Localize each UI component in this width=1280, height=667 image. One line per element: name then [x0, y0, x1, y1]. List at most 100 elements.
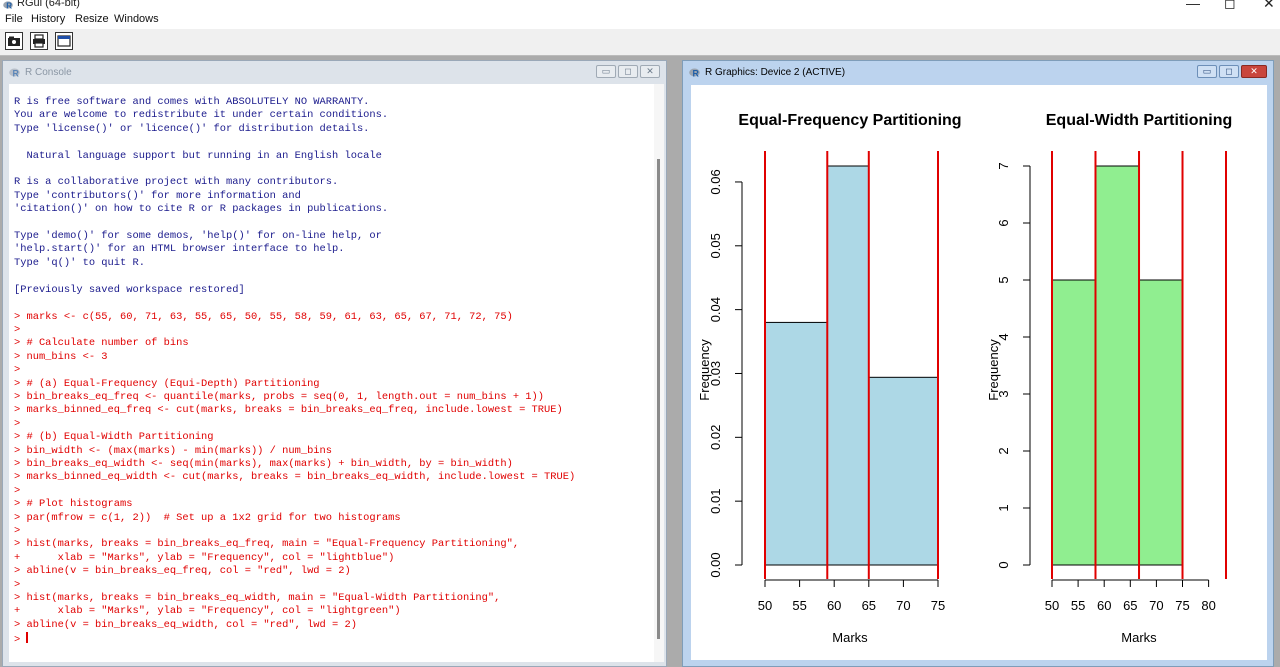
console-prompt-line[interactable]: > — [14, 632, 649, 647]
y-tick-label: 0 — [996, 561, 1011, 568]
console-maximize-button[interactable]: ◻ — [618, 65, 638, 78]
window-icon — [57, 35, 71, 47]
app-maximize-button[interactable]: ◻ — [1224, 0, 1236, 12]
x-tick-label: 65 — [862, 598, 876, 613]
console-line: R is free software and comes with ABSOLU… — [14, 96, 370, 108]
y-tick-label: 0.02 — [708, 425, 723, 450]
menu-file[interactable]: File — [5, 13, 23, 25]
console-line: > — [14, 525, 21, 537]
console-line: > # (a) Equal-Frequency (Equi-Depth) Par… — [14, 377, 320, 390]
r-graphics-titlebar[interactable]: R R Graphics: Device 2 (ACTIVE) ▭ ◻ ✕ — [683, 61, 1273, 84]
console-line: 'help.start()' for an HTML browser inter… — [14, 243, 345, 256]
y-tick-label: 0.00 — [708, 552, 723, 577]
app-minimize-button[interactable]: — — [1186, 0, 1200, 11]
histogram-bar — [764, 321, 828, 566]
console-line: > — [14, 578, 21, 591]
console-output-area[interactable]: R is free software and comes with ABSOLU… — [9, 84, 664, 662]
y-tick-label: 5 — [996, 276, 1011, 283]
open-script-button[interactable] — [5, 32, 23, 50]
console-line: > num_bins <- 3 — [14, 350, 108, 363]
console-line: > marks <- c(55, 60, 71, 63, 55, 65, 50,… — [14, 310, 513, 323]
r-console-window: R R Console ▭ ◻ ✕ R is free software and c… — [2, 60, 667, 667]
console-scrollbar-thumb[interactable] — [657, 159, 660, 639]
r-graphics-window: R R Graphics: Device 2 (ACTIVE) ▭ ◻ ✕ Equa… — [682, 60, 1274, 667]
console-line: > bin_width <- (max(marks) - min(marks))… — [14, 444, 333, 457]
y-axis-label: Frequency — [986, 339, 1001, 401]
graphics-minimize-button[interactable]: ▭ — [1197, 65, 1217, 78]
console-scrollbar[interactable] — [654, 84, 664, 662]
r-graphics-window-controls: ▭ ◻ ✕ — [1195, 65, 1267, 80]
x-tick-label: 50 — [758, 598, 772, 613]
graphics-maximize-button[interactable]: ◻ — [1219, 65, 1239, 78]
console-line: Type 'q()' to quit R. — [14, 256, 145, 269]
console-line: > hist(marks, breaks = bin_breaks_eq_wid… — [14, 592, 501, 605]
histogram-bar — [1138, 279, 1184, 566]
y-tick-label: 6 — [996, 219, 1011, 226]
r-console-window-controls: ▭ ◻ ✕ — [594, 65, 660, 80]
histogram-bar — [826, 165, 870, 566]
console-line: > bin_breaks_eq_freq <- quantile(marks, … — [14, 390, 545, 403]
toolbar — [0, 29, 1280, 56]
chart-title: Equal-Width Partitioning — [1046, 112, 1233, 129]
r-logo-icon: R — [9, 68, 20, 78]
console-text: R is free software and comes with ABSOLU… — [14, 96, 649, 648]
console-line: > hist(marks, breaks = bin_breaks_eq_fre… — [14, 538, 520, 551]
r-logo-icon: R — [3, 1, 13, 10]
histogram-bar — [1094, 165, 1140, 566]
x-tick-label: 75 — [931, 598, 945, 613]
x-axis-label: Marks — [832, 630, 868, 645]
console-line: Natural language support but running in … — [14, 149, 382, 162]
histogram-bar — [1051, 279, 1096, 566]
folder-icon — [8, 36, 20, 46]
console-line: > par(mfrow = c(1, 2)) # Set up a 1x2 gr… — [14, 511, 401, 524]
console-line: 'citation()' on how to cite R or R packa… — [14, 203, 389, 216]
app-title: RGui (64-bit) — [17, 0, 80, 9]
chart-title: Equal-Frequency Partitioning — [738, 112, 961, 129]
console-line: > # Calculate number of bins — [14, 337, 189, 350]
x-tick-label: 60 — [1097, 598, 1111, 613]
x-tick-label: 60 — [827, 598, 841, 613]
console-line: Type 'contributors()' for more informati… — [14, 189, 301, 202]
x-tick-label: 70 — [1149, 598, 1163, 613]
graphics-close-button[interactable]: ✕ — [1241, 65, 1267, 78]
x-axis-label: Marks — [1121, 630, 1157, 645]
console-line: You are welcome to redistribute it under… — [14, 109, 389, 122]
console-line: Type 'license()' or 'licence()' for dist… — [14, 122, 370, 135]
console-line: > — [14, 323, 21, 336]
app-close-button[interactable]: ✕ — [1263, 0, 1275, 12]
console-line: > abline(v = bin_breaks_eq_freq, col = "… — [14, 565, 351, 578]
x-tick-label: 55 — [792, 598, 806, 613]
console-line: > — [14, 484, 21, 497]
menu-resize[interactable]: Resize — [75, 13, 109, 25]
graphics-canvas: Equal-Frequency Partitioning 50 55 60 65 70 75… — [691, 85, 1267, 660]
y-tick-label: 0.06 — [708, 169, 723, 194]
console-minimize-button[interactable]: ▭ — [596, 65, 616, 78]
console-line: > — [14, 364, 21, 377]
svg-text:R: R — [13, 68, 20, 78]
menu-bar: File History Resize Windows — [0, 12, 1280, 29]
x-tick-label: 65 — [1123, 598, 1137, 613]
y-tick-label: 0.05 — [708, 233, 723, 258]
console-close-button[interactable]: ✕ — [640, 65, 660, 78]
menu-windows[interactable]: Windows — [114, 13, 159, 25]
console-button[interactable] — [55, 32, 73, 50]
menu-history[interactable]: History — [31, 13, 65, 25]
histogram-plots: Equal-Frequency Partitioning50 55 60 65 70 75… — [697, 112, 1233, 645]
svg-text:R: R — [6, 2, 12, 10]
console-line: > marks_binned_eq_width <- cut(marks, br… — [14, 471, 576, 484]
x-tick-label: 75 — [1175, 598, 1189, 613]
console-line: > — [14, 417, 21, 430]
r-logo-icon: R — [689, 68, 700, 78]
y-tick-label: 1 — [996, 504, 1011, 511]
r-console-titlebar[interactable]: R R Console ▭ ◻ ✕ — [3, 61, 666, 84]
y-tick-label: 2 — [996, 447, 1011, 454]
console-line: > bin_breaks_eq_width <- seq(min(marks),… — [14, 457, 513, 470]
console-line: > # (b) Equal-Width Partitioning — [14, 431, 214, 444]
print-button[interactable] — [30, 32, 48, 50]
y-tick-label: 0.04 — [708, 297, 723, 322]
